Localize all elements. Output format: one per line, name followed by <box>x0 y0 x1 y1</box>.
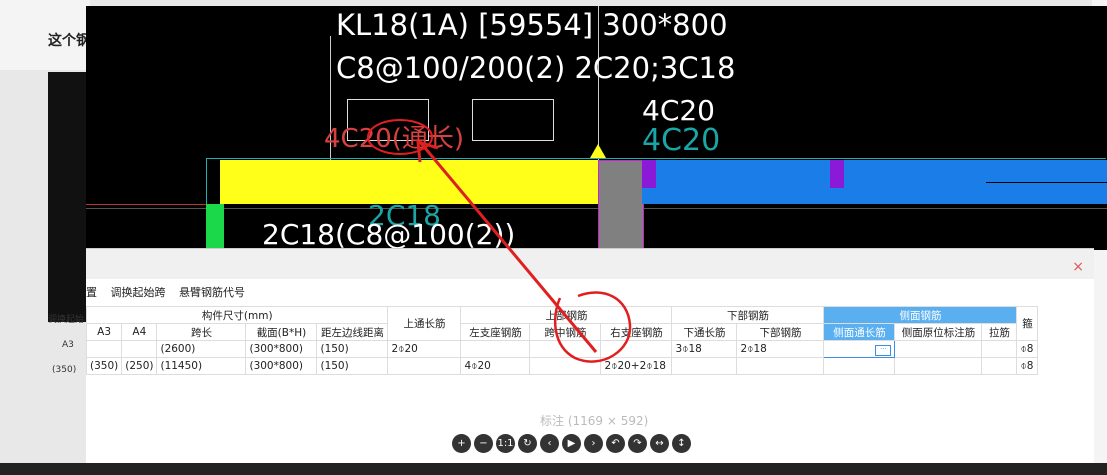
beam-label-line2: C8@100/200(2) 2C20;3C18 <box>336 51 736 85</box>
header-side[interactable]: 侧面钢筋 <box>823 306 1018 324</box>
rotate-right-icon[interactable]: ↷ <box>628 434 647 453</box>
green-support <box>206 204 224 250</box>
dialog-header <box>86 249 1094 279</box>
flip-horizontal-icon[interactable]: ↔ <box>650 434 669 453</box>
beam-label-line1: KL18(1A) [59554] 300*800 <box>336 8 728 42</box>
cell-top-through[interactable] <box>387 357 462 375</box>
cell-dist[interactable]: (150) <box>316 357 389 375</box>
image-caption: 标注 (1169 × 592) <box>540 414 649 428</box>
question-title: 这个钢 <box>48 33 90 49</box>
col-header: 跨长 <box>156 323 247 341</box>
cell-side-through[interactable] <box>823 357 896 375</box>
actual-size-button[interactable]: 1:1 <box>496 434 515 453</box>
bottom-rebar-label: 2C18(C8@100(2)) <box>262 218 516 250</box>
header-top: 上部钢筋 <box>460 306 673 324</box>
cell-extra[interactable]: ⌽8 <box>1016 340 1039 358</box>
cell-a4[interactable]: (250) <box>121 357 158 375</box>
through-rebar-label-red: 4C20(通长) <box>324 124 465 154</box>
col-header: A3 <box>85 323 123 341</box>
col-header: 侧面通长筋 <box>823 323 896 341</box>
ellipsis-button[interactable]: ··· <box>875 345 892 356</box>
cell-dist[interactable]: (150) <box>316 340 389 358</box>
cell-right-support[interactable]: 2⌽20+2⌽18 <box>600 357 673 375</box>
cell-tie[interactable] <box>981 357 1018 375</box>
next-icon[interactable]: › <box>584 434 603 453</box>
cell-bottom[interactable]: 2⌽18 <box>736 340 825 358</box>
cell-tie[interactable] <box>981 340 1018 358</box>
toolbar-item[interactable]: 置 <box>86 286 97 299</box>
col-header: 侧面原位标注筋 <box>894 323 983 341</box>
cell-right-support[interactable] <box>600 340 673 358</box>
top-rebar-label-cyan: 4C20 <box>642 123 721 158</box>
close-icon[interactable]: × <box>1072 259 1084 275</box>
cell-span[interactable]: (11450) <box>156 357 247 375</box>
dialog-toolbar: 置 调换起始跨 悬臂钢筋代号 <box>86 284 255 300</box>
rebar-dialog: × 置 调换起始跨 悬臂钢筋代号 构件尺寸(mm) 上通长筋 上部钢筋 下部钢筋… <box>85 248 1094 464</box>
toolbar-cantilever-code[interactable]: 悬臂钢筋代号 <box>179 286 245 299</box>
cell-section[interactable]: (300*800) <box>245 357 318 375</box>
cell-side-local[interactable] <box>894 340 983 358</box>
cell-top-through[interactable]: 2⌽20 <box>387 340 462 358</box>
cell-side-local[interactable] <box>894 357 983 375</box>
cell-mid-span[interactable] <box>529 357 602 375</box>
rotate-left-icon[interactable]: ↶ <box>606 434 625 453</box>
background-side-label: 调换起始 <box>48 315 85 325</box>
rebar-table: 构件尺寸(mm) 上通长筋 上部钢筋 下部钢筋 侧面钢筋 箍 A3 A4 跨长 … <box>85 306 1039 375</box>
col-header: 下部钢筋 <box>736 323 825 341</box>
flip-vertical-icon[interactable]: ↕ <box>672 434 691 453</box>
cell-mid-span[interactable] <box>529 340 602 358</box>
col-header: 左支座钢筋 <box>460 323 531 341</box>
cell-span[interactable]: (2600) <box>156 340 247 358</box>
cell-side-through[interactable]: ··· <box>823 340 896 358</box>
col-header: A4 <box>121 323 158 341</box>
col-header: 下通长筋 <box>671 323 738 341</box>
play-icon[interactable]: ▶ <box>562 434 581 453</box>
previous-icon[interactable]: ‹ <box>540 434 559 453</box>
cell-bottom-through[interactable]: 3⌽18 <box>671 340 738 358</box>
header-bottom: 下部钢筋 <box>671 306 825 324</box>
cell-a3[interactable] <box>85 340 123 358</box>
toolbar-swap-span[interactable]: 调换起始跨 <box>111 286 166 299</box>
marker-triangle <box>590 144 606 158</box>
support-marker <box>642 160 656 188</box>
zoom-in-icon[interactable]: + <box>452 434 471 453</box>
col-header: 距左边线距离 <box>316 323 389 341</box>
header-size: 构件尺寸(mm) <box>85 306 389 324</box>
col-header: 截面(B*H) <box>245 323 318 341</box>
background-side-cell: (350) <box>52 365 77 375</box>
cell-bottom-through[interactable] <box>671 357 738 375</box>
beam-span-yellow[interactable] <box>220 160 598 204</box>
cell-a3[interactable]: (350) <box>85 357 123 375</box>
cell-left-support[interactable]: 4⌽20 <box>460 357 531 375</box>
table-row[interactable]: (2600) (300*800) (150) 2⌽20 3⌽18 2⌽18 ··… <box>85 340 1039 358</box>
support-marker <box>830 160 844 188</box>
cell-left-support[interactable] <box>460 340 531 358</box>
cell-section[interactable]: (300*800) <box>245 340 318 358</box>
background-side-cell: A3 <box>62 340 74 350</box>
column-block[interactable] <box>598 160 644 250</box>
col-header: 跨中钢筋 <box>529 323 602 341</box>
cad-drawing[interactable]: KL18(1A) [59554] 300*800 C8@100/200(2) 2… <box>86 6 1107 250</box>
zoom-out-icon[interactable]: − <box>474 434 493 453</box>
reset-icon[interactable]: ↻ <box>518 434 537 453</box>
header-top-through: 上通长筋 <box>387 306 462 341</box>
background-dark-panel <box>48 72 90 322</box>
table-row[interactable]: (350) (250) (11450) (300*800) (150) 4⌽20… <box>85 357 1039 375</box>
cell-a4[interactable] <box>121 340 158 358</box>
col-header: 拉筋 <box>981 323 1018 341</box>
cell-extra[interactable]: ⌽8 <box>1016 357 1039 375</box>
col-header: 右支座钢筋 <box>600 323 673 341</box>
viewer-controls: + − 1:1 ↻ ‹ ▶ › ↶ ↷ ↔ ↕ <box>452 434 691 453</box>
bottom-bar <box>0 463 1107 475</box>
header-extra: 箍 <box>1016 306 1039 341</box>
cell-bottom[interactable] <box>736 357 825 375</box>
